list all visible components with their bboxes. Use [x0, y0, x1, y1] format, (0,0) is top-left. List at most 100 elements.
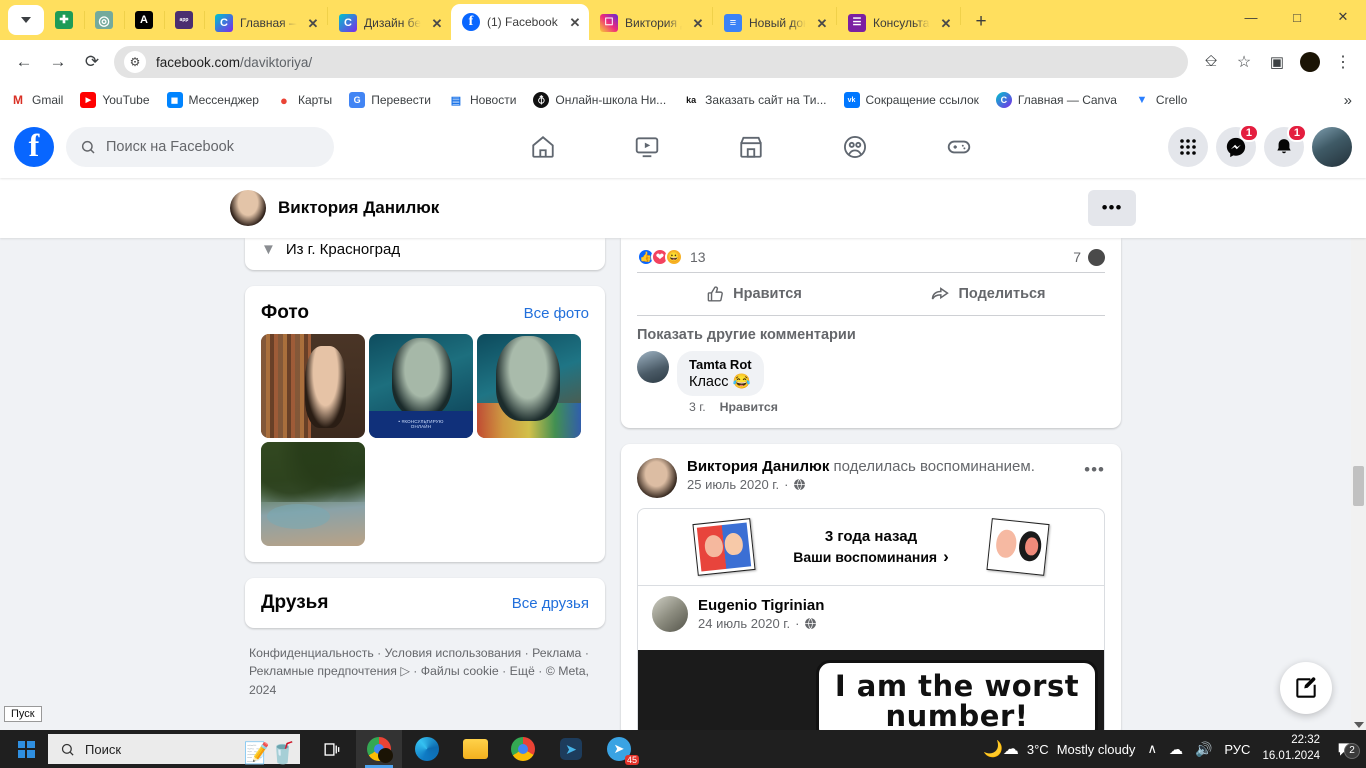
tab-instagram[interactable]: ☐ Виктория Данилюк ✕: [589, 6, 712, 40]
profile-avatar-icon[interactable]: [1295, 47, 1325, 77]
tab-close-button[interactable]: ✕: [814, 17, 830, 30]
comment-count[interactable]: 7: [1073, 248, 1105, 266]
pinned-tab-chatgpt[interactable]: ◎: [84, 3, 125, 37]
create-post-button[interactable]: [1280, 662, 1332, 714]
address-bar[interactable]: ⚙ facebook.com/daviktoriya/: [114, 46, 1188, 78]
onedrive-icon[interactable]: ☁: [1169, 741, 1183, 758]
language-indicator[interactable]: РУС: [1224, 742, 1250, 757]
tab-docs[interactable]: ≡ Новый документ ✕: [713, 6, 836, 40]
like-button[interactable]: Нравится: [637, 277, 871, 311]
bookmark-youtube[interactable]: ▶ YouTube: [80, 92, 150, 108]
search-input[interactable]: Поиск на Facebook: [66, 127, 334, 167]
memory-post-author[interactable]: Виктория Данилюк: [687, 458, 829, 475]
reaction-pills[interactable]: 👍 ❤ 😀: [637, 248, 683, 266]
tab-canva-home[interactable]: C Главная — Canva ✕: [204, 6, 327, 40]
close-window-button[interactable]: ✕: [1320, 0, 1366, 34]
back-button[interactable]: ←: [8, 46, 40, 78]
tab-close-button[interactable]: ✕: [429, 17, 445, 30]
photo-thumbnail[interactable]: [477, 334, 581, 438]
memory-post-avatar[interactable]: [637, 458, 677, 498]
task-view-button[interactable]: [308, 730, 354, 768]
share-button[interactable]: Поделиться: [871, 277, 1105, 311]
start-button[interactable]: [4, 730, 48, 768]
bookmarks-overflow-button[interactable]: »: [1344, 92, 1356, 109]
nav-home[interactable]: [522, 126, 564, 168]
memory-post-date[interactable]: 25 июль 2020 г.: [687, 477, 779, 492]
volume-icon[interactable]: 🔊: [1195, 741, 1212, 758]
bookmark-vk-shortener[interactable]: vk Сокращение ссылок: [843, 92, 979, 108]
weather-widget[interactable]: 🌙☁ 3°C Mostly cloudy: [983, 739, 1136, 759]
memory-inner-date[interactable]: 24 июль 2020 г.: [698, 616, 790, 631]
notifications-button[interactable]: 1: [1264, 124, 1307, 167]
bookmark-gmail[interactable]: M Gmail: [10, 92, 63, 108]
reload-button[interactable]: ⟳: [76, 46, 108, 78]
tab-search-button[interactable]: [8, 5, 44, 35]
comment-like-link[interactable]: Нравится: [720, 400, 778, 414]
apps-grid-icon: [1180, 139, 1196, 155]
minimize-button[interactable]: —: [1228, 0, 1274, 34]
bookmark-news[interactable]: ▤ Новости: [447, 92, 516, 108]
tab-close-button[interactable]: ✕: [938, 17, 954, 30]
tab-close-button[interactable]: ✕: [690, 17, 706, 30]
tab-facebook[interactable]: f (1) Facebook ✕: [451, 4, 589, 40]
pinned-tab-adobe[interactable]: A: [124, 3, 165, 37]
photo-thumbnail[interactable]: [261, 442, 365, 546]
meme-image[interactable]: I am the worst number!: [638, 650, 1104, 730]
facebook-logo-icon[interactable]: f: [14, 127, 54, 167]
tray-expand-icon[interactable]: ∧: [1147, 741, 1157, 757]
memory-link[interactable]: Ваши воспоминания ›: [793, 547, 949, 567]
new-tab-button[interactable]: +: [967, 8, 995, 36]
user-avatar[interactable]: [1312, 127, 1352, 167]
show-more-comments-link[interactable]: Показать другие комментарии: [621, 316, 1121, 349]
forward-button[interactable]: →: [42, 46, 74, 78]
taskbar-edge[interactable]: [404, 730, 450, 768]
taskbar-search[interactable]: Поиск 📝🥤: [48, 734, 300, 765]
taskbar-telegram[interactable]: ➤ 45: [596, 730, 642, 768]
all-photos-link[interactable]: Все фото: [524, 305, 589, 322]
site-settings-icon[interactable]: ⚙: [124, 51, 146, 73]
messenger-button[interactable]: 1: [1216, 124, 1259, 167]
footer-links[interactable]: Конфиденциальность · Условия использован…: [245, 628, 605, 699]
tab-forms[interactable]: ☰ Консультации ✕: [837, 6, 960, 40]
photo-thumbnail[interactable]: • #КОНСУЛЬТИРУЮ ОНЛАЙН: [369, 334, 473, 438]
taskbar-clock[interactable]: 22:32 16.01.2024: [1262, 733, 1320, 764]
taskbar-explorer[interactable]: [452, 730, 498, 768]
bookmark-maps[interactable]: ● Карты: [275, 92, 332, 108]
all-friends-link[interactable]: Все друзья: [512, 595, 589, 612]
scroll-down-arrow-icon[interactable]: [1354, 722, 1364, 728]
profile-avatar[interactable]: [230, 190, 266, 226]
scrollbar-thumb[interactable]: [1353, 466, 1364, 506]
pinned-tab-sheets[interactable]: ✚: [44, 3, 85, 37]
bookmark-canva-home[interactable]: C Главная — Canva: [995, 92, 1117, 108]
bookmark-messenger[interactable]: ◼ Мессенджер: [166, 92, 259, 108]
bookmark-ka-order-site[interactable]: ka Заказать сайт на Ти...: [683, 92, 827, 108]
cast-icon[interactable]: ⎒: [1196, 47, 1226, 77]
bookmark-online-school[interactable]: ⦽ Онлайн-школа Ни...: [533, 92, 666, 108]
memory-post-more-button[interactable]: •••: [1084, 458, 1105, 480]
bookmark-crello[interactable]: ▼ Crello: [1133, 92, 1187, 108]
tab-close-button[interactable]: ✕: [567, 16, 583, 29]
tab-close-button[interactable]: ✕: [305, 17, 321, 30]
nav-marketplace[interactable]: [730, 126, 772, 168]
side-panel-icon[interactable]: ▣: [1262, 47, 1292, 77]
taskbar-chrome-gold[interactable]: [356, 730, 402, 768]
notification-center-button[interactable]: 2: [1332, 742, 1360, 759]
nav-gaming[interactable]: [938, 126, 980, 168]
nav-video[interactable]: [626, 126, 668, 168]
chrome-menu-icon[interactable]: ⋮: [1328, 47, 1358, 77]
maximize-button[interactable]: □: [1274, 0, 1320, 34]
pinned-tab-purple-app[interactable]: app: [164, 3, 205, 37]
tab-canva-design[interactable]: C Дизайн без названия ✕: [328, 6, 451, 40]
bookmark-translate[interactable]: G Перевести: [349, 92, 431, 108]
taskbar-telegram-blue[interactable]: ➤: [548, 730, 594, 768]
apps-grid-button[interactable]: [1168, 127, 1208, 167]
profile-more-button[interactable]: •••: [1088, 190, 1136, 226]
comment-author[interactable]: Tamta Rot: [689, 357, 752, 372]
comment-avatar[interactable]: [637, 351, 669, 383]
taskbar-chrome[interactable]: [500, 730, 546, 768]
memory-inner-avatar[interactable]: [652, 596, 688, 632]
nav-groups[interactable]: [834, 126, 876, 168]
memory-inner-author[interactable]: Eugenio Tigrinian: [698, 597, 824, 614]
photo-thumbnail[interactable]: [261, 334, 365, 438]
bookmark-star-icon[interactable]: ☆: [1229, 47, 1259, 77]
